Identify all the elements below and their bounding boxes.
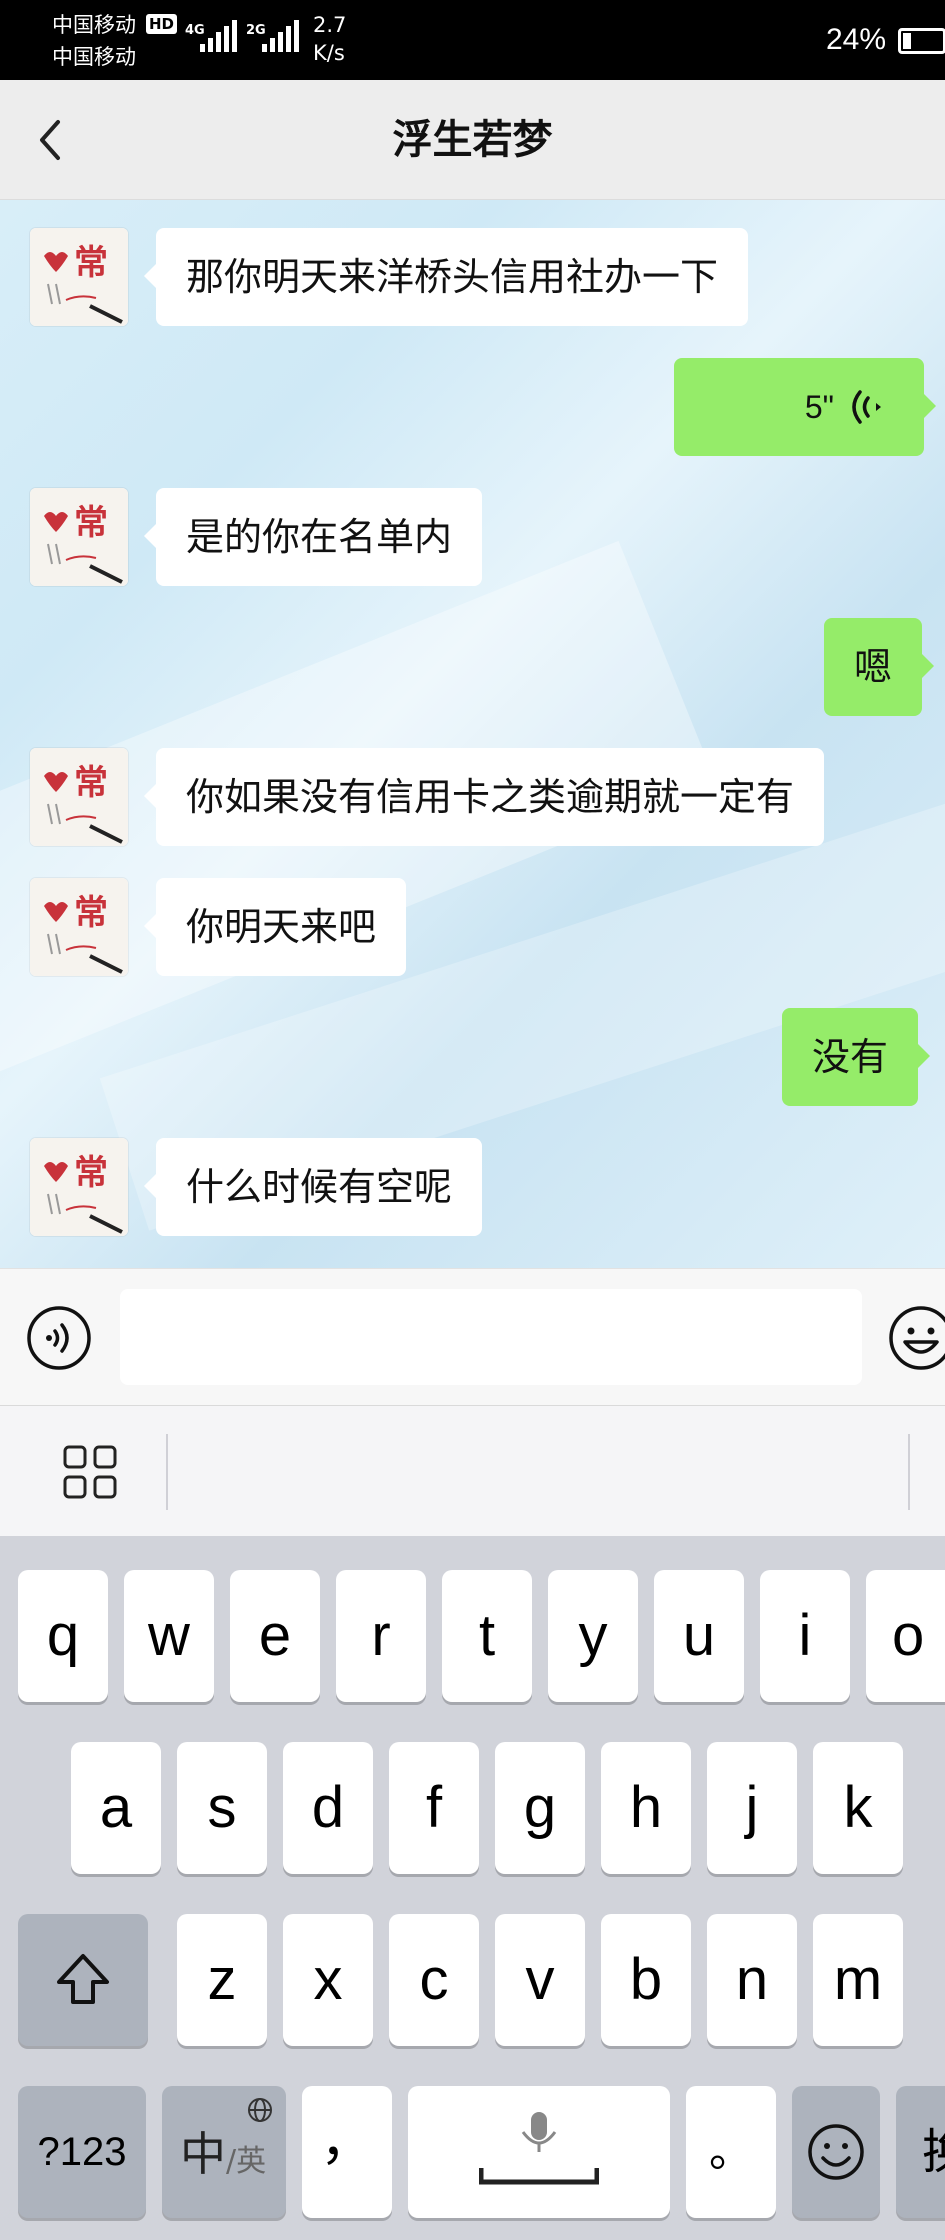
grid-menu-icon: [63, 1445, 117, 1499]
period-key[interactable]: 。: [686, 2086, 776, 2218]
svg-text:常: 常: [74, 243, 108, 283]
key-c[interactable]: c: [389, 1914, 479, 2046]
key-a[interactable]: a: [71, 1742, 161, 1874]
lang-sub-label: /英: [226, 2144, 267, 2179]
message-bubble-incoming[interactable]: 你明天来吧: [143, 878, 407, 976]
svg-text:常: 常: [74, 1153, 108, 1193]
message-bubble-incoming[interactable]: 是的你在名单内: [143, 488, 483, 586]
toolbar-divider: [908, 1434, 910, 1510]
key-n[interactable]: n: [707, 1914, 797, 2046]
partial-key[interactable]: 换: [896, 2086, 945, 2218]
key-x[interactable]: x: [283, 1914, 373, 2046]
svg-text:常: 常: [74, 893, 108, 933]
microphone-space-icon: [479, 2112, 599, 2185]
key-w[interactable]: w: [124, 1570, 214, 1702]
message-bubble-incoming[interactable]: 那你明天来洋桥头信用社办一下: [143, 228, 749, 326]
contact-avatar[interactable]: 常: [30, 878, 128, 976]
voice-input-icon: [27, 1306, 91, 1370]
key-r[interactable]: r: [336, 1570, 426, 1702]
lang-main-label: 中: [180, 2127, 226, 2181]
key-b[interactable]: b: [601, 1914, 691, 2046]
key-q[interactable]: q: [18, 1570, 108, 1702]
contact-avatar[interactable]: 常: [30, 228, 128, 326]
key-k[interactable]: k: [813, 1742, 903, 1874]
message-bubble-outgoing[interactable]: 嗯: [824, 618, 935, 716]
key-t[interactable]: t: [442, 1570, 532, 1702]
key-g[interactable]: g: [495, 1742, 585, 1874]
message-input-bar: [0, 1268, 945, 1406]
voice-duration: 5": [804, 389, 834, 425]
shift-key[interactable]: [18, 1914, 148, 2046]
signal-icon: [200, 20, 237, 52]
network-speed-value: 2.7: [313, 13, 347, 37]
key-y[interactable]: y: [548, 1570, 638, 1702]
emoji-icon: [889, 1306, 945, 1370]
comma-key[interactable]: ，: [302, 2086, 392, 2218]
emoji-key[interactable]: [792, 2086, 880, 2218]
key-u[interactable]: u: [654, 1570, 744, 1702]
numbers-key[interactable]: ?123: [18, 2086, 146, 2218]
key-z[interactable]: z: [177, 1914, 267, 2046]
key-o[interactable]: o: [866, 1570, 945, 1702]
voice-wave-icon: [852, 390, 881, 424]
soft-keyboard: q w e r t y u i o a s d f g h j k z x c …: [0, 1536, 945, 2240]
globe-icon: [248, 2098, 272, 2122]
chat-header: 浮生若梦: [0, 80, 945, 200]
language-switch-key[interactable]: 中 /英: [162, 2086, 286, 2218]
carrier-1: 中国移动: [52, 13, 136, 37]
signal-icon: [262, 20, 299, 52]
voice-message-bubble[interactable]: 5": [674, 358, 936, 456]
contact-avatar[interactable]: 常: [30, 1138, 128, 1236]
voice-toggle-button[interactable]: [26, 1305, 92, 1371]
svg-text:常: 常: [74, 503, 108, 543]
contact-avatar[interactable]: 常: [30, 748, 128, 846]
space-key[interactable]: [408, 2086, 670, 2218]
key-v[interactable]: v: [495, 1914, 585, 2046]
keyboard-menu-button[interactable]: [62, 1444, 118, 1500]
svg-text:常: 常: [74, 763, 108, 803]
toolbar-divider: [166, 1434, 168, 1510]
message-bubble-outgoing[interactable]: 没有: [782, 1008, 931, 1106]
key-j[interactable]: j: [707, 1742, 797, 1874]
battery-icon: [898, 28, 945, 54]
status-bar: 中国移动 中国移动 HD 4G 2G 2.7 K/s 24%: [0, 0, 945, 80]
key-i[interactable]: i: [760, 1570, 850, 1702]
battery-percent: 24%: [826, 23, 887, 56]
contact-avatar[interactable]: 常: [30, 488, 128, 586]
carrier-2: 中国移动: [52, 45, 136, 69]
chat-title: 浮生若梦: [392, 117, 553, 163]
key-m[interactable]: m: [813, 1914, 903, 2046]
message-text-input[interactable]: [120, 1289, 862, 1385]
message-bubble-incoming[interactable]: 你如果没有信用卡之类逾期就一定有: [143, 748, 825, 846]
keyboard-toolbar: [0, 1406, 945, 1536]
hd-badge: HD: [146, 14, 178, 34]
shift-icon: [57, 1954, 109, 2004]
key-f[interactable]: f: [389, 1742, 479, 1874]
key-h[interactable]: h: [601, 1742, 691, 1874]
key-s[interactable]: s: [177, 1742, 267, 1874]
message-bubble-incoming[interactable]: 什么时候有空呢: [143, 1138, 483, 1236]
key-d[interactable]: d: [283, 1742, 373, 1874]
emoji-icon: [808, 2124, 864, 2180]
emoji-button[interactable]: [888, 1305, 945, 1371]
network-speed-unit: K/s: [313, 41, 345, 65]
partial-key-label: 换: [922, 2122, 945, 2182]
key-e[interactable]: e: [230, 1570, 320, 1702]
chat-message-list[interactable]: 常 那你明天来洋桥头信用社办一下 5" 常 是的你在名单内 嗯 常 你如果没有信…: [0, 200, 945, 1268]
